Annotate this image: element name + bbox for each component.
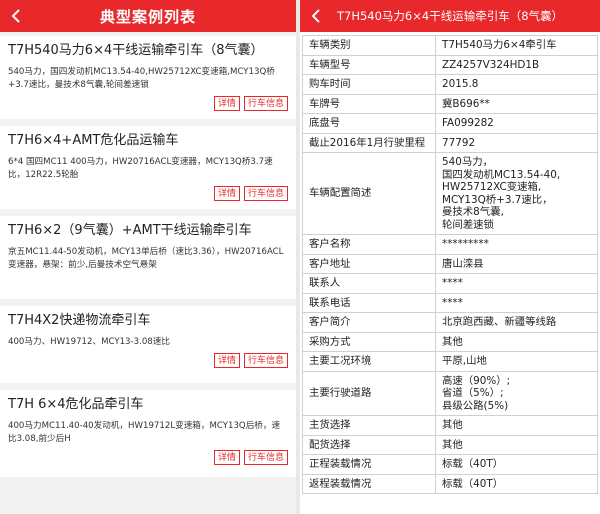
detail-value: 标载（40T） xyxy=(435,454,598,475)
details-button[interactable]: 详情 xyxy=(213,186,240,201)
detail-value: **** xyxy=(435,273,598,294)
driving-info-button[interactable]: 行车信息 xyxy=(243,450,288,465)
detail-label: 截止2016年1月行驶里程 xyxy=(302,132,436,153)
case-title[interactable]: T7H6×2（9气囊）+AMT干线运输牵引车 xyxy=(8,222,288,240)
case-title[interactable]: T7H 6×4危化品牵引车 xyxy=(8,396,288,414)
detail-label: 底盘号 xyxy=(302,113,436,134)
detail-row: 购车时间 2015.8 xyxy=(302,74,598,95)
case-card-4[interactable]: T7H4X2快递物流牵引车 400马力、HW19712、MCY13-3.08速比… xyxy=(0,306,296,383)
detail-label: 客户简介 xyxy=(302,312,436,333)
detail-label: 正程装载情况 xyxy=(302,454,436,475)
detail-row: 配货选择 其他 xyxy=(302,434,598,455)
case-actions: 详情 行车信息 xyxy=(8,353,288,368)
case-description: 540马力，国四发动机MC13.54-40,HW25712XC变速箱,MCY13… xyxy=(8,67,275,90)
detail-label: 车牌号 xyxy=(302,93,436,114)
driving-info-button[interactable]: 行车信息 xyxy=(243,186,288,201)
detail-row: 联系人 **** xyxy=(302,273,598,294)
detail-label: 车辆配置简述 xyxy=(302,152,436,235)
detail-label: 返程装载情况 xyxy=(302,473,436,494)
detail-row: 采购方式 其他 xyxy=(302,331,598,352)
details-button[interactable]: 详情 xyxy=(213,353,240,368)
detail-row: 返程装载情况 标载（40T） xyxy=(302,473,598,494)
detail-value: 其他 xyxy=(435,434,598,455)
detail-row: 车辆配置简述 540马力， 国四发动机MC13.54-40, HW25712XC变… xyxy=(302,152,598,235)
details-button[interactable]: 详情 xyxy=(213,96,240,111)
back-arrow-icon[interactable] xyxy=(10,9,24,23)
detail-label: 采购方式 xyxy=(302,331,436,352)
detail-value: 540马力， 国四发动机MC13.54-40, HW25712XC变速箱, MC… xyxy=(435,152,598,235)
page-title: 典型案例列表 xyxy=(99,7,196,26)
case-description: 6*4 国四MC11 400马力，HW20716ACL变速器，MCY13Q桥3.… xyxy=(8,157,273,180)
detail-row: 车辆类别 T7H540马力6×4牵引车 xyxy=(302,35,598,56)
detail-value: 唐山滦县 xyxy=(435,253,598,274)
case-card-1[interactable]: T7H540马力6×4干线运输牵引车（8气囊） 540马力，国四发动机MC13.… xyxy=(0,36,296,119)
detail-value: 北京跑西藏、新疆等线路 xyxy=(435,312,598,333)
case-description: 400马力MC11.40-40发动机，HW19712L变速箱，MCY13Q后桥，… xyxy=(8,421,281,444)
case-description: 京五MC11.44-50发动机，MCY13单后桥（速比3.36），HW20716… xyxy=(8,247,284,270)
detail-row: 客户地址 唐山滦县 xyxy=(302,253,598,274)
case-actions: 详情 行车信息 xyxy=(8,450,288,465)
detail-row: 主要工况环境 平原,山地 xyxy=(302,351,598,372)
detail-label: 客户名称 xyxy=(302,234,436,255)
detail-value: 其他 xyxy=(435,415,598,436)
case-actions: 详情 行车信息 xyxy=(8,96,288,111)
detail-label: 主要工况环境 xyxy=(302,351,436,372)
case-title[interactable]: T7H6×4+AMT危化品运输车 xyxy=(8,132,288,150)
case-title[interactable]: T7H4X2快递物流牵引车 xyxy=(8,312,288,330)
case-actions: 详情 行车信息 xyxy=(8,186,288,201)
driving-info-button[interactable]: 行车信息 xyxy=(243,353,288,368)
details-button[interactable]: 详情 xyxy=(213,450,240,465)
back-arrow-icon[interactable] xyxy=(310,9,324,23)
detail-label: 车辆型号 xyxy=(302,54,436,75)
detail-value: 高速（90%）; 省道（5%）; 县级公路(5%) xyxy=(435,370,598,416)
detail-header: T7H540马力6×4干线运输牵引车（8气囊） xyxy=(300,0,600,32)
detail-label: 车辆类别 xyxy=(302,35,436,56)
vehicle-detail-table: 车辆类别 T7H540马力6×4牵引车 车辆型号 ZZ4257V324HD1B 购车时间… xyxy=(302,35,598,494)
case-list: T7H540马力6×4干线运输牵引车（8气囊） 540马力，国四发动机MC13.… xyxy=(0,32,296,477)
detail-value: 标载（40T） xyxy=(435,473,598,494)
detail-value: 平原,山地 xyxy=(435,351,598,372)
detail-title: T7H540马力6×4干线运输牵引车（8气囊） xyxy=(336,9,564,23)
detail-row: 车辆型号 ZZ4257V324HD1B xyxy=(302,54,598,75)
detail-row: 主要行驶道路 高速（90%）; 省道（5%）; 县级公路(5%) xyxy=(302,370,598,416)
case-description: 400马力、HW19712、MCY13-3.08速比 xyxy=(8,337,170,347)
detail-row: 车牌号 冀B696** xyxy=(302,93,598,114)
case-card-3[interactable]: T7H6×2（9气囊）+AMT干线运输牵引车 京五MC11.44-50发动机，M… xyxy=(0,216,296,299)
detail-value: FA099282 xyxy=(435,113,598,134)
detail-row: 正程装载情况 标载（40T） xyxy=(302,454,598,475)
detail-label: 客户地址 xyxy=(302,253,436,274)
case-list-header: 典型案例列表 xyxy=(0,0,296,32)
detail-value: 冀B696** xyxy=(435,93,598,114)
case-card-5[interactable]: T7H 6×4危化品牵引车 400马力MC11.40-40发动机，HW19712… xyxy=(0,390,296,477)
detail-value: 其他 xyxy=(435,331,598,352)
driving-info-button[interactable]: 行车信息 xyxy=(243,96,288,111)
detail-label: 购车时间 xyxy=(302,74,436,95)
detail-value: T7H540马力6×4牵引车 xyxy=(435,35,598,56)
detail-label: 联系电话 xyxy=(302,292,436,313)
case-list-panel: 典型案例列表 T7H540马力6×4干线运输牵引车（8气囊） 540马力，国四发… xyxy=(0,0,296,514)
detail-row: 客户简介 北京跑西藏、新疆等线路 xyxy=(302,312,598,333)
detail-value: 2015.8 xyxy=(435,74,598,95)
detail-label: 主货选择 xyxy=(302,415,436,436)
detail-row: 底盘号 FA099282 xyxy=(302,113,598,134)
detail-label: 主要行驶道路 xyxy=(302,370,436,416)
detail-value: ZZ4257V324HD1B xyxy=(435,54,598,75)
detail-row: 联系电话 **** xyxy=(302,292,598,313)
detail-value: **** xyxy=(435,292,598,313)
detail-row: 主货选择 其他 xyxy=(302,415,598,436)
detail-row: 客户名称 ********* xyxy=(302,234,598,255)
detail-label: 联系人 xyxy=(302,273,436,294)
detail-value: ********* xyxy=(435,234,598,255)
case-card-2[interactable]: T7H6×4+AMT危化品运输车 6*4 国四MC11 400马力，HW2071… xyxy=(0,126,296,209)
vehicle-detail-panel: T7H540马力6×4干线运输牵引车（8气囊） 车辆类别 T7H540马力6×4牵… xyxy=(300,0,600,514)
detail-label: 配货选择 xyxy=(302,434,436,455)
detail-value: 77792 xyxy=(435,132,598,153)
detail-row: 截止2016年1月行驶里程 77792 xyxy=(302,132,598,153)
case-title[interactable]: T7H540马力6×4干线运输牵引车（8气囊） xyxy=(8,42,288,60)
